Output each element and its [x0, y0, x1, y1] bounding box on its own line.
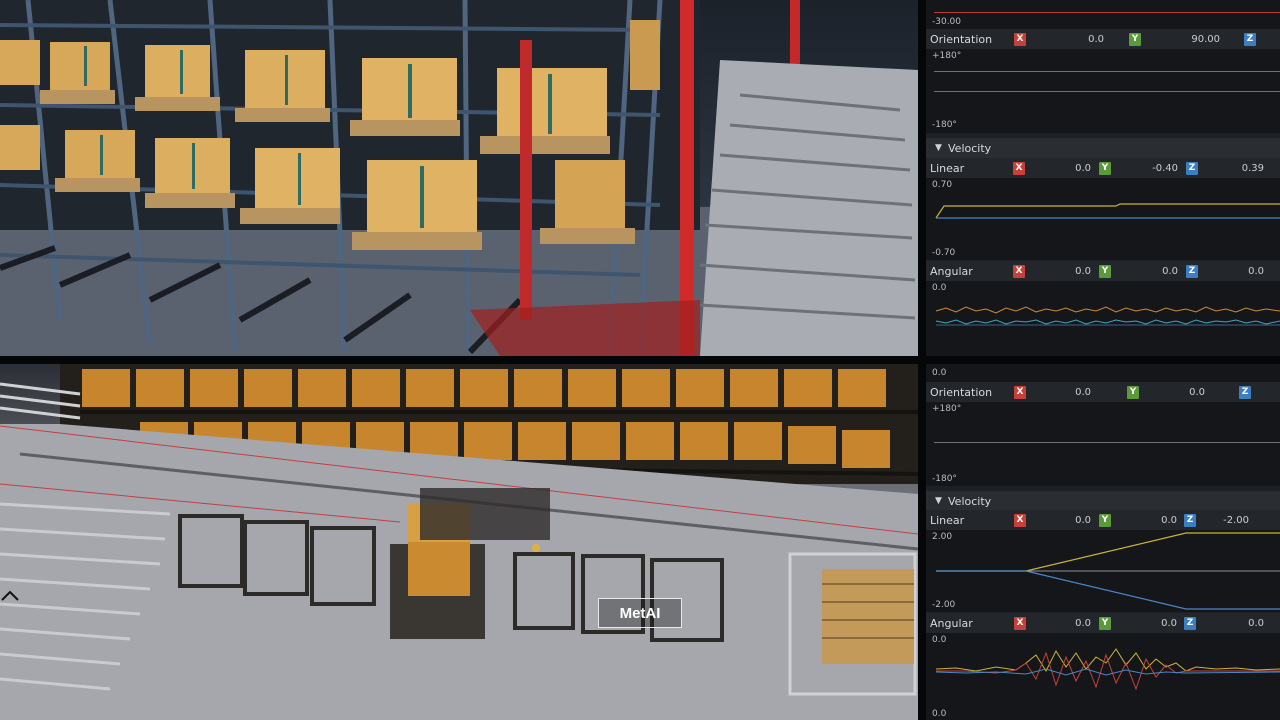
axis-z-badge: Z — [1244, 32, 1256, 46]
watermark-logo: MetAI — [598, 598, 682, 628]
linear-label: Linear — [930, 161, 965, 175]
linear-y-field[interactable]: -0.40 — [1118, 163, 1178, 174]
axis-y-badge: Y — [1099, 161, 1111, 175]
orientation-y-field[interactable]: 0.0 — [1145, 387, 1205, 398]
axis-y-badge: Y — [1127, 385, 1139, 399]
linear-velocity-row: Linear X 0.0 Y -0.40 Z 0.39 — [926, 158, 1280, 178]
orientation-graph: +180° -180° — [926, 402, 1280, 486]
linear-x-field[interactable]: 0.0 — [1031, 515, 1091, 526]
orientation-label: Orientation — [930, 32, 993, 46]
position-graph: -30.00 — [926, 0, 1280, 30]
linear-y-field[interactable]: 0.0 — [1117, 515, 1177, 526]
position-graph-min-label: -30.00 — [932, 17, 962, 27]
axis-y-badge: Y — [1099, 264, 1111, 278]
orientation-graph-max-label: +180° — [932, 51, 962, 61]
axis-z-badge: Z — [1186, 161, 1198, 175]
angular-velocity-graph: 0.0 — [926, 281, 1280, 356]
axis-x-badge: X — [1013, 161, 1025, 175]
axis-z-badge: Z — [1239, 385, 1251, 399]
angular-trace-orange — [935, 306, 1280, 314]
axis-x-badge: X — [1014, 616, 1026, 630]
axis-x-badge: X — [1014, 513, 1026, 527]
orientation-graph-min-label: -180° — [932, 120, 957, 130]
viewport-divider-horizontal — [0, 356, 1280, 364]
viewport-divider-vertical — [918, 0, 926, 720]
inspector-panel-top: -30.00 Orientation X 0.0 Y 90.00 Z +180°… — [926, 0, 1280, 356]
axis-y-badge: Y — [1129, 32, 1141, 46]
orientation-label: Orientation — [930, 385, 993, 399]
angular-graph-min-label: 0.0 — [932, 709, 947, 719]
linear-velocity-graph: 2.00 -2.00 — [926, 530, 1280, 612]
angular-velocity-row: Angular X 0.0 Y 0.0 Z 0.0 — [926, 613, 1280, 633]
scene-viewport-top[interactable] — [0, 0, 918, 356]
chevron-down-icon[interactable]: ▼ — [935, 496, 942, 506]
linear-velocity-row: Linear X 0.0 Y 0.0 Z -2.00 — [926, 510, 1280, 530]
angular-z-field[interactable]: 0.0 — [1204, 618, 1264, 629]
orientation-x-field[interactable]: 0.0 — [1031, 387, 1091, 398]
angular-trace-red — [936, 651, 1280, 691]
angular-velocity-row: Angular X 0.0 Y 0.0 Z 0.0 — [926, 261, 1280, 281]
orientation-graph-max-label: +180° — [932, 404, 962, 414]
axis-z-badge: Z — [1186, 264, 1198, 278]
linear-velocity-traces — [935, 203, 1280, 219]
graph-trace-upper — [934, 71, 1280, 72]
angular-trace-cyan — [935, 319, 1280, 325]
linear-label: Linear — [930, 513, 965, 527]
angular-label: Angular — [930, 616, 973, 630]
linear-velocity-graph: 0.70 -0.70 — [926, 178, 1280, 260]
orientation-row: Orientation X 0.0 Y 90.00 Z — [926, 29, 1280, 49]
graph-trace-lower — [934, 91, 1280, 92]
linear-z-field[interactable]: 0.39 — [1204, 163, 1264, 174]
angular-y-field[interactable]: 0.0 — [1117, 618, 1177, 629]
angular-x-field[interactable]: 0.0 — [1031, 266, 1091, 277]
orientation-graph-min-label: -180° — [932, 474, 957, 484]
linear-graph-min-label: -2.00 — [932, 600, 956, 610]
graph-trace-red — [934, 12, 1280, 13]
axis-y-badge: Y — [1099, 513, 1111, 527]
axis-z-badge: Z — [1184, 616, 1196, 630]
angular-label: Angular — [930, 264, 973, 278]
linear-trace-yellow — [935, 203, 1280, 219]
linear-graph-min-label: -0.70 — [932, 248, 956, 258]
angular-trace-blue — [935, 668, 1280, 676]
linear-x-field[interactable]: 0.0 — [1031, 163, 1091, 174]
angular-velocity-traces — [935, 648, 1280, 691]
axis-y-badge: Y — [1099, 616, 1111, 630]
velocity-section-title: Velocity — [948, 494, 992, 508]
linear-trace-blue — [936, 570, 1280, 610]
velocity-section-header[interactable]: ▼ Velocity — [926, 491, 1280, 511]
position-graph-label: 0.0 — [932, 368, 947, 378]
graph-trace-middle — [934, 442, 1280, 443]
axis-x-badge: X — [1013, 264, 1025, 278]
orientation-x-field[interactable]: 0.0 — [1044, 34, 1104, 45]
orientation-y-field[interactable]: 90.00 — [1160, 34, 1220, 45]
angular-velocity-graph: 0.0 0.0 — [926, 633, 1280, 720]
linear-z-field[interactable]: -2.00 — [1189, 515, 1249, 526]
linear-velocity-traces — [936, 532, 1280, 610]
angular-z-field[interactable]: 0.0 — [1204, 266, 1264, 277]
inspector-panel-bottom: 0.0 Orientation X 0.0 Y 0.0 Z +180° -180… — [926, 364, 1280, 720]
velocity-section-title: Velocity — [948, 141, 992, 155]
angular-y-field[interactable]: 0.0 — [1118, 266, 1178, 277]
scene-viewport-bottom[interactable]: MetAI — [0, 364, 918, 720]
orientation-graph: +180° -180° — [926, 49, 1280, 133]
axis-x-badge: X — [1014, 385, 1026, 399]
warehouse-floor-scene — [0, 364, 918, 720]
warehouse-rack-scene — [0, 0, 918, 356]
angular-velocity-traces — [935, 306, 1280, 326]
orientation-row: Orientation X 0.0 Y 0.0 Z — [926, 382, 1280, 402]
velocity-section-header[interactable]: ▼ Velocity — [926, 138, 1280, 158]
chevron-down-icon[interactable]: ▼ — [935, 143, 942, 153]
axis-x-badge: X — [1014, 32, 1026, 46]
position-graph: 0.0 — [926, 364, 1280, 382]
linear-trace-yellow — [936, 532, 1280, 572]
angular-x-field[interactable]: 0.0 — [1031, 618, 1091, 629]
